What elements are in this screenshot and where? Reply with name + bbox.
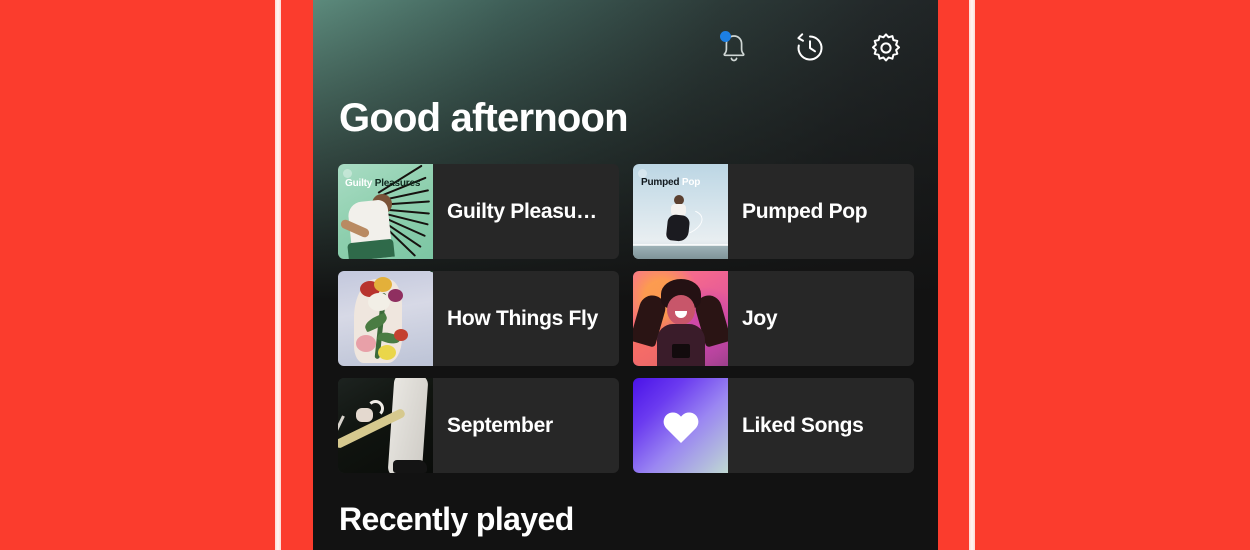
artwork-caption-part-b: Pop [681, 177, 701, 188]
artwork-railing [633, 244, 728, 246]
shortcut-card-guilty-pleasures[interactable]: Guilty Pleasures Guilty Pleasures [338, 164, 619, 259]
notification-badge-dot [720, 31, 731, 42]
artwork-logo-dot [343, 169, 352, 178]
artwork-bloom [388, 289, 403, 302]
page-title: Good afternoon [339, 96, 629, 140]
playlist-artwork-how-things-fly [338, 271, 433, 366]
artwork-legs-shape [665, 213, 691, 243]
playlist-artwork-guilty-pleasures: Guilty Pleasures [338, 164, 433, 259]
shortcut-card-title: September [447, 413, 553, 437]
shortcut-card-title: Joy [742, 306, 778, 330]
artwork-caption-part-a: Guilty [345, 178, 373, 189]
artwork-label-tag [672, 344, 690, 358]
artwork-caption-part-a: Pumped [641, 177, 680, 188]
shortcut-card-title: Liked Songs [742, 413, 864, 437]
backdrop-stripe-left [275, 0, 281, 550]
heart-icon [663, 411, 698, 443]
screen-content: Good afternoon Guilty Pleasures Guilty P… [313, 0, 938, 538]
artwork-caption: Guilty Pleasures [345, 178, 420, 189]
notifications-bell-icon[interactable] [712, 26, 756, 70]
artwork-bloom [378, 345, 396, 360]
shortcut-card-pumped-pop[interactable]: Pumped Pop Pumped Pop [633, 164, 914, 259]
screenshot-root: Good afternoon Guilty Pleasures Guilty P… [0, 0, 1250, 550]
playlist-artwork-pumped-pop: Pumped Pop [633, 164, 728, 259]
artwork-bloom [356, 335, 376, 352]
shortcut-card-how-things-fly[interactable]: How Things Fly [338, 271, 619, 366]
artwork-caption: Pumped Pop [641, 177, 700, 188]
shortcut-card-liked-songs[interactable]: Liked Songs [633, 378, 914, 473]
artwork-bloom [374, 277, 392, 292]
shortcut-card-title: Pumped Pop [742, 199, 868, 223]
section-heading-recently-played: Recently played [339, 501, 574, 537]
shortcut-card-september[interactable]: September [338, 378, 619, 473]
artwork-skirt-shape [347, 238, 395, 259]
artwork-shoe-shape [393, 460, 427, 473]
playlist-artwork-september [338, 378, 433, 473]
playlist-artwork-joy [633, 271, 728, 366]
settings-gear-icon[interactable] [864, 26, 908, 70]
shortcut-card-title: Guilty Pleasures [447, 199, 607, 223]
top-icon-bar [313, 0, 938, 70]
shortcuts-grid: Guilty Pleasures Guilty Pleasures Pumped… [313, 140, 938, 473]
phone-screen: Good afternoon Guilty Pleasures Guilty P… [313, 0, 938, 550]
playlist-artwork-liked-songs [633, 378, 728, 473]
artwork-leg-shape [387, 378, 429, 473]
listening-history-icon[interactable] [788, 26, 832, 70]
shortcut-card-joy[interactable]: Joy [633, 271, 914, 366]
artwork-hand-shape [356, 408, 373, 422]
artwork-bloom [394, 329, 408, 341]
artwork-face-shape [667, 295, 695, 325]
artwork-bloom [368, 293, 390, 311]
shortcut-card-title: How Things Fly [447, 306, 598, 330]
artwork-sea-band [633, 245, 728, 259]
artwork-caption-part-b: Pleasures [374, 178, 421, 189]
backdrop-stripe-right [969, 0, 975, 550]
